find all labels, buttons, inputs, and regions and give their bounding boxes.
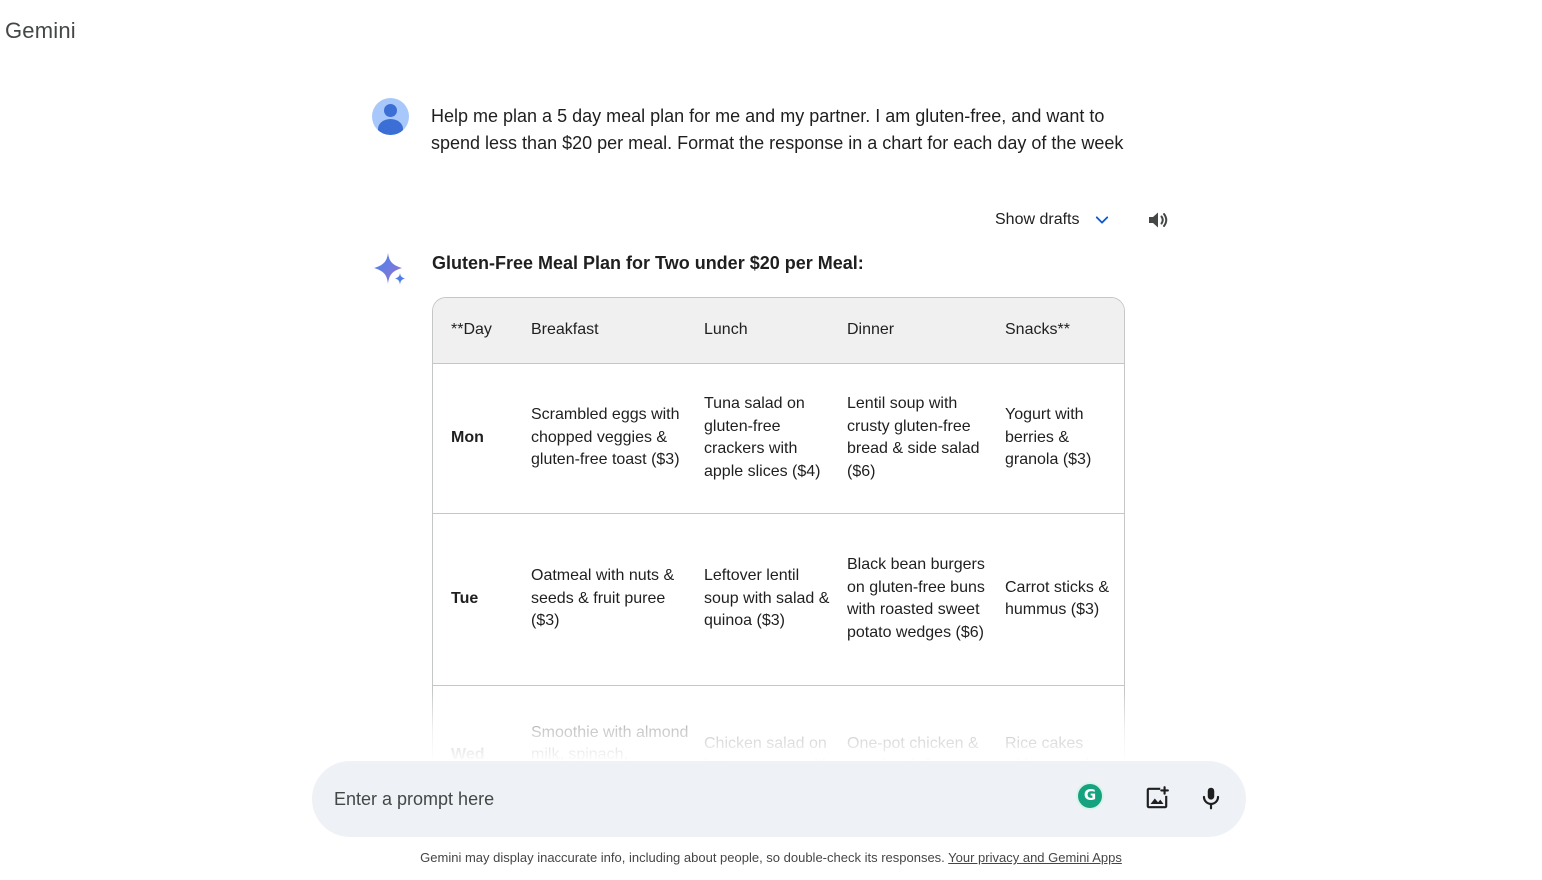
table-cell-breakfast: Oatmeal with nuts & seeds & fruit puree … [531, 567, 675, 630]
header-breakfast: Breakfast [531, 321, 599, 339]
table-cell-breakfast: Scrambled eggs with chopped veggies & gl… [531, 406, 680, 469]
table-cell-lunch: Chicken salad on lettuce wraps with [704, 734, 831, 762]
header-day: **Day [451, 321, 492, 339]
conversation: Help me plan a 5 day meal plan for me an… [0, 0, 1542, 762]
table-cell-day: Mon [451, 428, 484, 446]
header-dinner: Dinner [847, 321, 895, 339]
table-cell-day: Tue [451, 589, 479, 607]
table-cell-day: Wed [451, 746, 485, 762]
table-header-row: **Day Breakfast Lunch Dinner Snacks** [433, 298, 1124, 363]
microphone-icon[interactable] [1198, 785, 1224, 811]
table-cell-snacks: Rice cakes with avocado [1005, 734, 1098, 762]
table-cell-dinner: Black bean burgers on gluten-free buns w… [847, 556, 985, 641]
drafts-bar: Show drafts [995, 207, 1111, 233]
table-cell-snacks: Yogurt with berries & granola ($3) [1005, 406, 1092, 469]
user-prompt-text: Help me plan a 5 day meal plan for me an… [431, 106, 1124, 153]
privacy-link[interactable]: Your privacy and Gemini Apps [948, 850, 1122, 865]
speaker-icon[interactable] [1146, 208, 1170, 232]
prompt-bar: G [312, 761, 1246, 837]
table-cell-lunch: Tuna salad on gluten-free crackers with … [704, 395, 821, 480]
table-cell-snacks: Carrot sticks & hummus ($3) [1005, 578, 1110, 619]
header-snacks: Snacks** [1005, 321, 1070, 339]
response-title: Gluten-Free Meal Plan for Two under $20 … [432, 253, 864, 273]
table-cell-dinner: One-pot chicken & veggie stir-fry [847, 734, 979, 762]
show-drafts-label: Show drafts [995, 211, 1080, 228]
grammarly-icon[interactable]: G [1078, 784, 1102, 808]
user-avatar [372, 98, 409, 135]
table-cell-breakfast: Smoothie with almond milk, spinach, bana… [531, 723, 689, 763]
meal-plan-table: **Day Breakfast Lunch Dinner Snacks** Mo… [432, 297, 1125, 762]
table-row: Mon Scrambled eggs with chopped veggies … [433, 363, 1124, 513]
table-cell-dinner: Lentil soup with crusty gluten-free brea… [847, 395, 980, 480]
table-row: Tue Oatmeal with nuts & seeds & fruit pu… [433, 513, 1124, 685]
gemini-sparkle-icon [374, 253, 405, 285]
add-image-icon[interactable] [1144, 785, 1170, 811]
show-drafts-button[interactable]: Show drafts [995, 211, 1111, 229]
table-row: Wed Smoothie with almond milk, spinach, … [433, 685, 1124, 762]
disclaimer-footer: Gemini may display inaccurate info, incl… [0, 850, 1542, 865]
chevron-down-icon [1096, 216, 1109, 224]
table-cell-lunch: Leftover lentil soup with salad & quinoa… [704, 567, 830, 630]
disclaimer-text: Gemini may display inaccurate info, incl… [420, 850, 949, 865]
header-lunch: Lunch [704, 321, 748, 339]
prompt-input[interactable] [334, 783, 1034, 815]
